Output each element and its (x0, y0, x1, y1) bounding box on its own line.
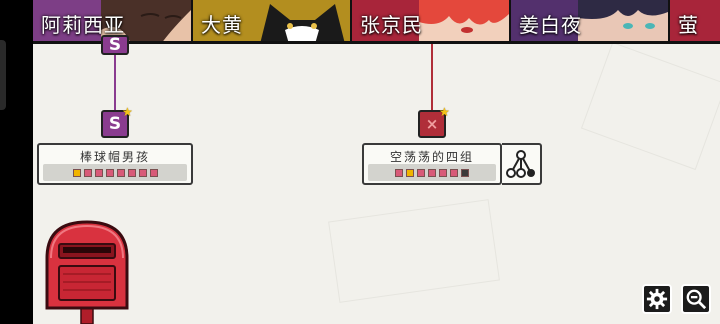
branch-button[interactable] (502, 143, 542, 185)
tab-label: 张京民 (360, 13, 423, 37)
bg-shape (580, 41, 720, 171)
route-connector (431, 44, 433, 110)
mailbox-icon[interactable] (43, 218, 133, 324)
character-tab-bar: 阿莉西亚 大黄 张京民 姜白夜 萤 (33, 0, 720, 44)
tab-character-5[interactable]: 萤 (670, 0, 720, 44)
tab-label: 阿莉西亚 (41, 13, 125, 37)
bg-shape (328, 199, 500, 303)
card-title: 空荡荡的四组 (389, 150, 474, 164)
tab-label: 萤 (678, 13, 699, 37)
tab-label: 姜白夜 (519, 13, 582, 37)
branch-icon (506, 150, 535, 178)
affinity-pip (72, 168, 81, 177)
affinity-pip (395, 168, 403, 177)
affinity-pip (138, 168, 147, 177)
badge-label: S (108, 114, 122, 134)
tab-label: 大黄 (201, 13, 243, 37)
tab-character-2[interactable]: 大黄 (193, 0, 352, 44)
affinity-pip (406, 168, 414, 177)
zoom-out-button[interactable] (681, 284, 711, 314)
affinity-pip (417, 168, 425, 177)
choice-card[interactable]: 空荡荡的四组 (362, 143, 502, 185)
affinity-pip (439, 168, 447, 177)
affinity-pip (149, 168, 158, 177)
zoom-out-icon (686, 289, 707, 310)
affinity-bar (368, 164, 496, 181)
star-icon: ★ (439, 105, 450, 119)
badge-label: × (425, 115, 439, 133)
tab-character-3[interactable]: 张京民 (352, 0, 511, 44)
affinity-bar (43, 164, 187, 181)
affinity-pip (461, 168, 469, 177)
game-stage: 阿莉西亚 大黄 张京民 姜白夜 萤 S S ★ 棒球帽男孩 × ★ 空荡荡的四组 (33, 0, 720, 324)
character-portrait-icon (578, 0, 668, 41)
character-portrait-icon (419, 0, 509, 41)
affinity-pip (116, 168, 125, 177)
affinity-pip (105, 168, 114, 177)
star-icon: ★ (122, 105, 133, 119)
tab-character-4[interactable]: 姜白夜 (511, 0, 670, 44)
badge-label: S (108, 35, 122, 55)
cat-portrait-icon (260, 4, 345, 41)
settings-button[interactable] (642, 284, 672, 314)
affinity-pip (94, 168, 103, 177)
gear-icon (646, 288, 668, 310)
choice-card[interactable]: 棒球帽男孩 (37, 143, 193, 185)
affinity-pip (450, 168, 458, 177)
affinity-pip (127, 168, 136, 177)
affinity-pip (83, 168, 92, 177)
card-title: 棒球帽男孩 (79, 150, 150, 164)
node-badge-s[interactable]: S (101, 35, 129, 55)
affinity-pip (428, 168, 436, 177)
screen-notch (0, 40, 6, 110)
